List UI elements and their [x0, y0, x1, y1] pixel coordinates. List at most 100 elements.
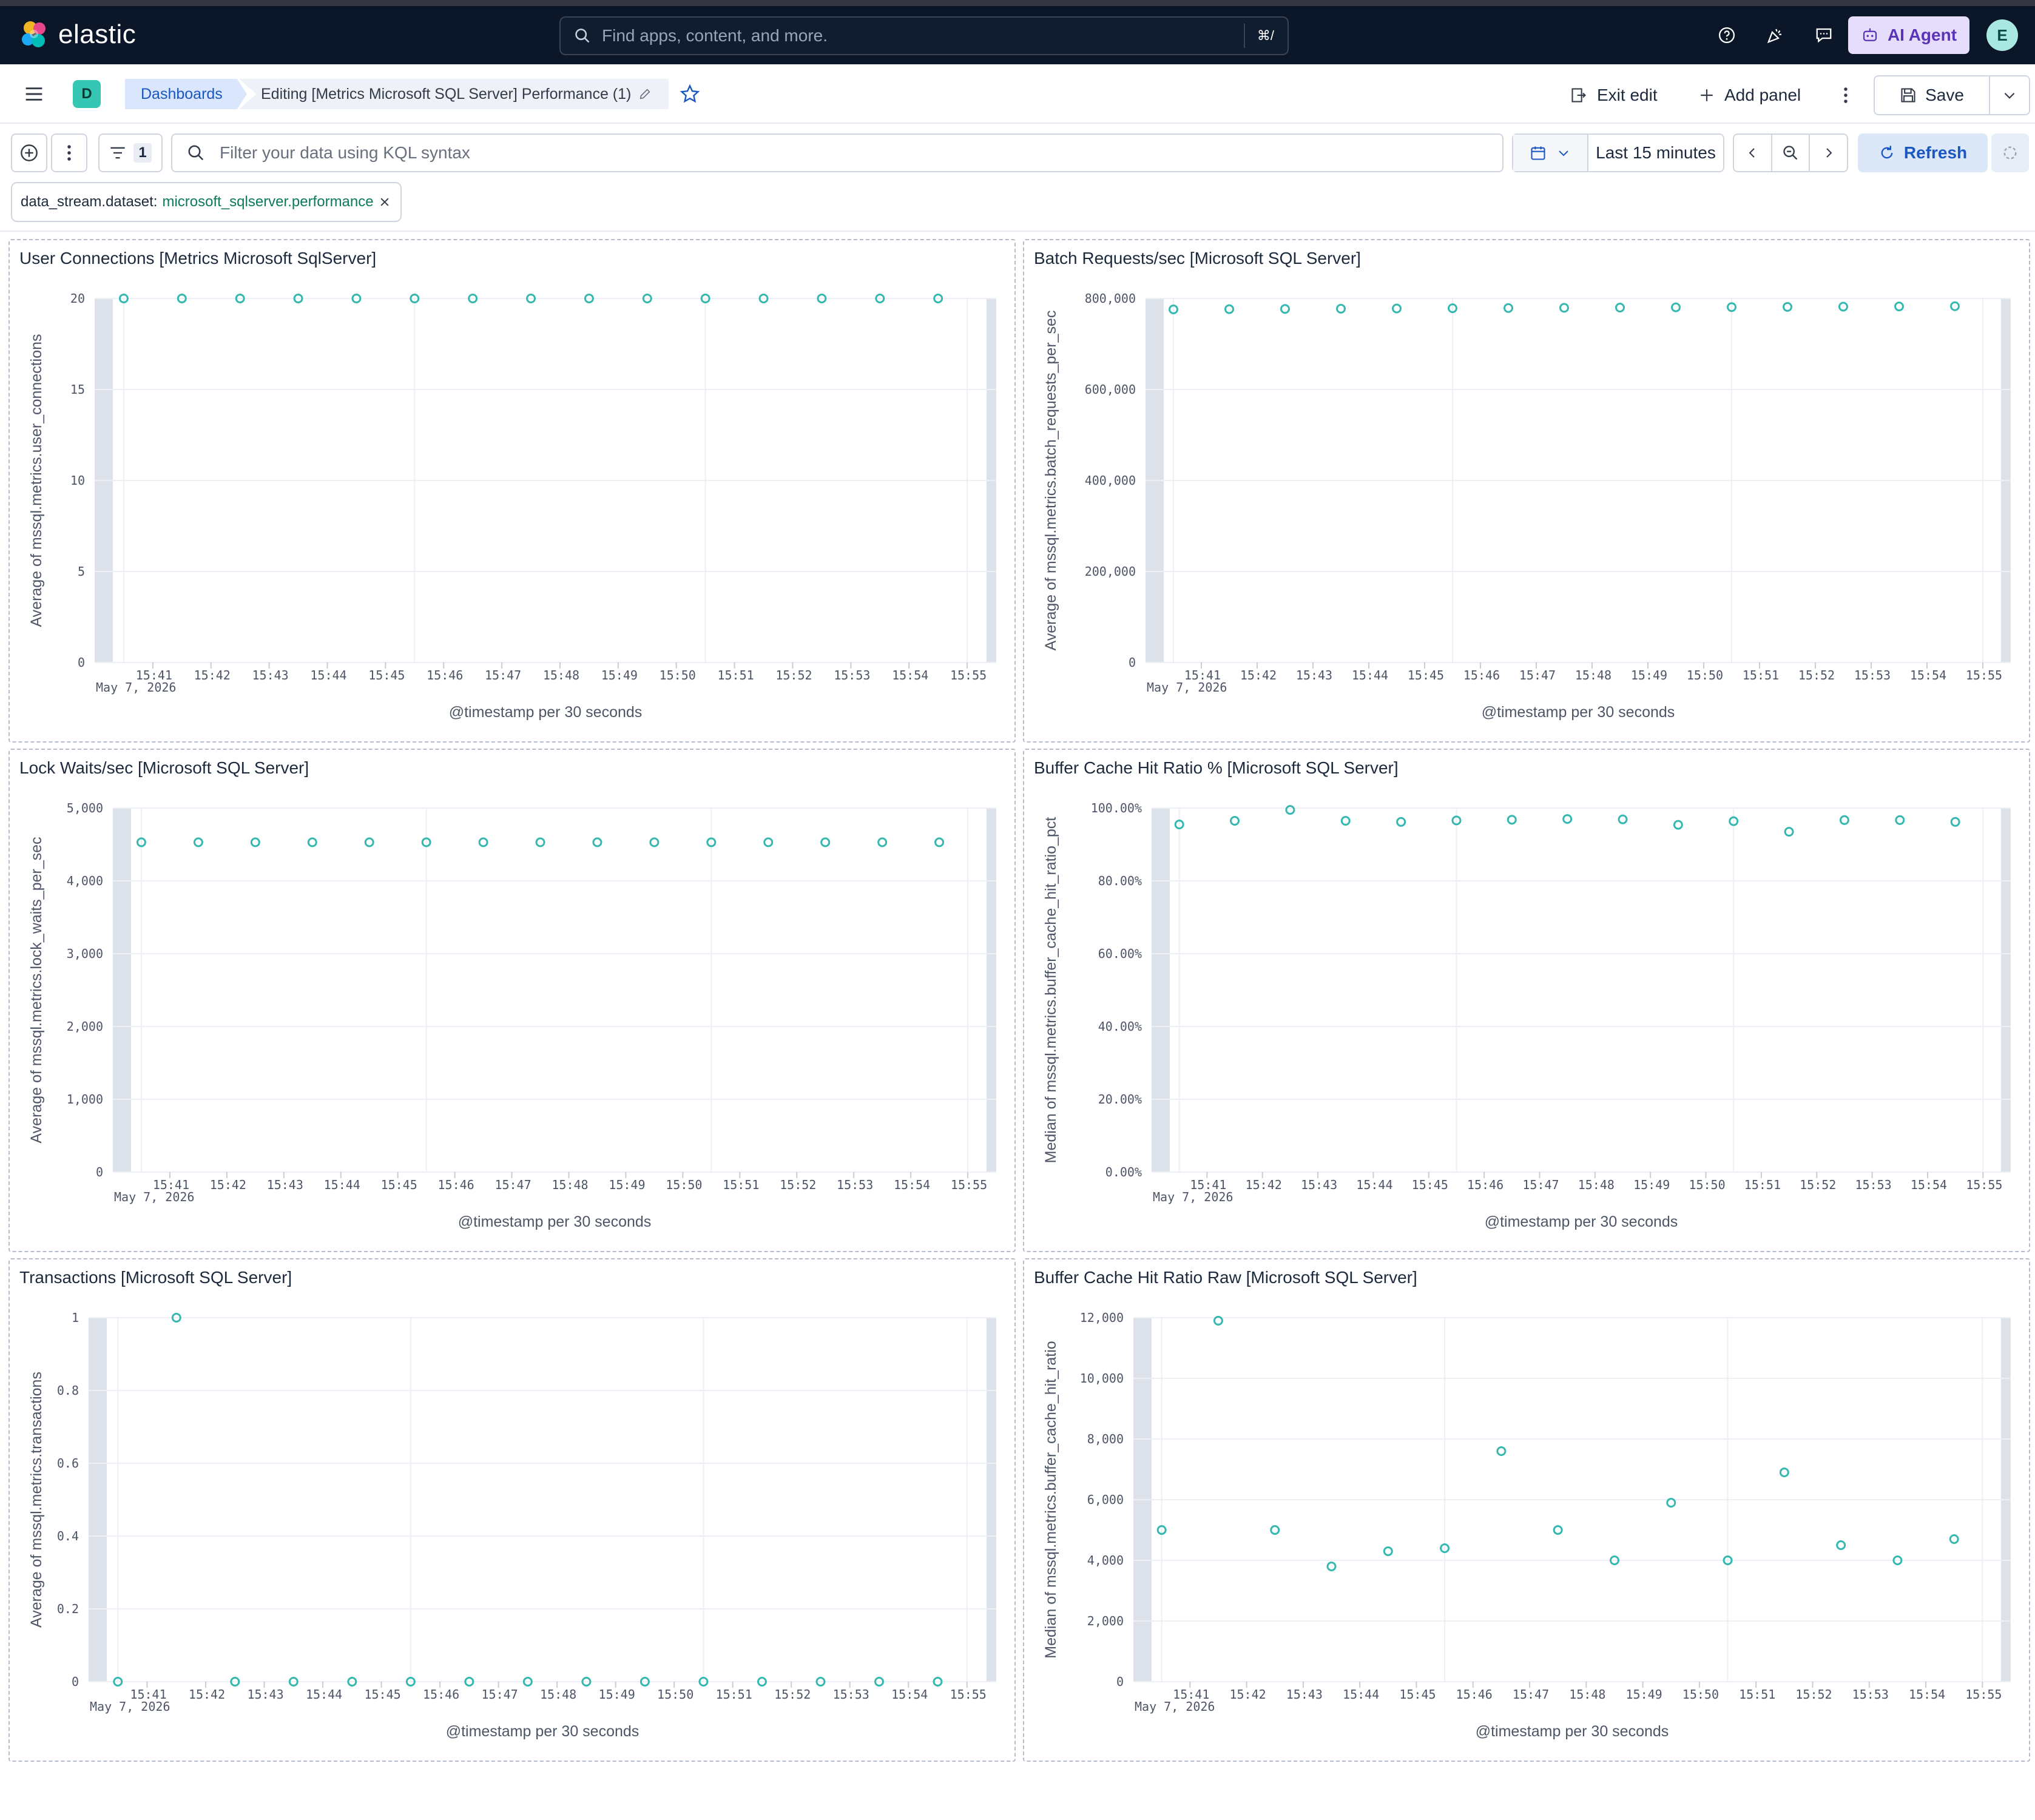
data-point[interactable]	[1336, 303, 1346, 314]
previous-time-chevron-left-icon[interactable]	[1734, 135, 1772, 171]
time-range-label[interactable]: Last 15 minutes	[1588, 143, 1723, 163]
breadcrumb-dashboards[interactable]: Dashboards	[125, 79, 247, 109]
kql-search-input[interactable]: Filter your data using KQL syntax	[171, 133, 1503, 172]
x-tick-label: 15:50	[660, 668, 696, 682]
zoom-out-icon[interactable]	[1772, 135, 1811, 171]
data-point[interactable]	[1326, 1562, 1337, 1571]
data-point[interactable]	[1340, 816, 1351, 826]
data-point[interactable]	[1230, 816, 1240, 826]
global-search[interactable]: Find apps, content, and more. ⌘/	[559, 16, 1289, 55]
data-point[interactable]	[1559, 303, 1569, 313]
menu-icon[interactable]	[24, 85, 44, 106]
pencil-icon[interactable]	[638, 87, 652, 101]
ai-agent-label: AI Agent	[1887, 25, 1957, 44]
x-tick-label: 15:46	[423, 1687, 459, 1702]
x-tick-label: 15:51	[723, 1178, 759, 1192]
data-point[interactable]	[478, 837, 488, 848]
chart-svg: 02,0004,0006,0008,00010,00012,00015:41 15…	[1042, 1310, 2011, 1740]
x-axis-title: @timestamp per 30 seconds	[458, 1213, 652, 1230]
data-point[interactable]	[1671, 302, 1681, 312]
feedback-icon[interactable]	[1807, 18, 1841, 52]
chart-panel-buffer-cache-pct[interactable]: Buffer Cache Hit Ratio % [Microsoft SQL …	[1023, 749, 2030, 1252]
data-point[interactable]	[1779, 1468, 1789, 1477]
data-point[interactable]	[1496, 1446, 1507, 1456]
data-point[interactable]	[1950, 817, 1960, 827]
y-tick-label: 60.00%	[1098, 946, 1142, 961]
data-point[interactable]	[307, 837, 317, 848]
quick-select-button[interactable]	[1513, 135, 1588, 171]
data-point[interactable]	[1392, 303, 1402, 314]
data-point[interactable]	[1562, 814, 1573, 824]
x-tick-label: 15:44	[306, 1687, 342, 1702]
more-actions-icon[interactable]	[1842, 79, 1849, 112]
user-avatar[interactable]: E	[1986, 19, 2018, 51]
data-point[interactable]	[1270, 1525, 1280, 1535]
add-filter-button[interactable]	[11, 133, 47, 172]
refresh-button[interactable]: Refresh	[1858, 133, 1988, 172]
space-avatar[interactable]: D	[73, 80, 101, 108]
elastic-logo[interactable]: elastic	[19, 18, 136, 51]
close-icon[interactable]	[379, 196, 391, 208]
data-point[interactable]	[1784, 827, 1794, 837]
data-point[interactable]	[649, 837, 660, 848]
chart-panel-lock-waits[interactable]: Lock Waits/sec [Microsoft SQL Server] 01…	[8, 749, 1016, 1252]
data-point[interactable]	[364, 837, 374, 848]
save-button[interactable]: Save	[1875, 76, 1990, 114]
data-point[interactable]	[193, 837, 203, 848]
y-tick-label: 0	[96, 1165, 103, 1179]
data-point[interactable]	[877, 837, 888, 848]
save-options-chevron-down-icon[interactable]	[1990, 76, 2029, 114]
y-tick-label: 0.4	[57, 1529, 79, 1543]
data-point[interactable]	[1783, 302, 1792, 312]
filter-count-button[interactable]: 1	[98, 133, 163, 172]
data-point[interactable]	[1285, 805, 1295, 815]
data-point[interactable]	[1839, 815, 1849, 825]
chart-panel-user-connections[interactable]: User Connections [Metrics Microsoft SqlS…	[8, 239, 1016, 743]
data-point[interactable]	[592, 837, 602, 848]
x-tick-label: 15:50	[1682, 1687, 1719, 1702]
chart-panel-batch-requests[interactable]: Batch Requests/sec [Microsoft SQL Server…	[1023, 239, 2030, 743]
next-time-chevron-right-icon[interactable]	[1810, 135, 1847, 171]
x-tick-label: 15:53	[1852, 1687, 1889, 1702]
data-point[interactable]	[1383, 1546, 1393, 1556]
data-point[interactable]	[1673, 820, 1683, 830]
data-point[interactable]	[1224, 304, 1234, 314]
x-tick-label: 15:49	[1631, 668, 1667, 682]
chart-panel-buffer-cache-raw[interactable]: Buffer Cache Hit Ratio Raw [Microsoft SQ…	[1023, 1258, 2030, 1762]
x-tick-label: 15:51	[717, 668, 754, 682]
data-point[interactable]	[1836, 1540, 1846, 1550]
favorite-star-icon[interactable]	[680, 84, 700, 107]
data-point[interactable]	[763, 837, 774, 848]
exit-edit-button[interactable]: Exit edit	[1570, 79, 1658, 112]
data-point[interactable]	[250, 837, 260, 848]
data-point[interactable]	[1838, 302, 1848, 312]
ai-agent-button[interactable]: AI Agent	[1848, 16, 1969, 54]
data-point[interactable]	[1507, 815, 1517, 825]
add-panel-button[interactable]: Add panel	[1699, 79, 1801, 112]
chart-panel-transactions[interactable]: Transactions [Microsoft SQL Server] 0 0.2…	[8, 1258, 1016, 1762]
y-tick-label: 10	[70, 473, 85, 488]
news-feed-icon[interactable]	[1758, 18, 1792, 52]
data-point[interactable]	[1503, 303, 1513, 313]
data-point[interactable]	[1280, 304, 1290, 314]
query-menu-button[interactable]	[51, 133, 87, 172]
x-tick-label: 15:50	[1689, 1178, 1725, 1192]
data-point[interactable]	[1396, 817, 1406, 827]
data-point[interactable]	[1615, 303, 1625, 312]
data-point[interactable]	[1950, 301, 1960, 311]
filter-pill[interactable]: data_stream.dataset: microsoft_sqlserver…	[11, 182, 402, 222]
data-point[interactable]	[1618, 814, 1628, 824]
y-tick-label: 2,000	[1087, 1614, 1124, 1628]
brand-name: elastic	[58, 19, 137, 49]
auto-refresh-icon[interactable]	[1991, 133, 2029, 172]
data-point[interactable]	[1895, 815, 1905, 825]
data-point[interactable]	[934, 837, 945, 848]
data-point[interactable]	[535, 837, 545, 848]
date-picker[interactable]: Last 15 minutes	[1512, 133, 1724, 172]
help-icon[interactable]	[1710, 18, 1744, 52]
y-tick-label: 4,000	[1087, 1553, 1124, 1568]
data-point[interactable]	[1553, 1525, 1563, 1535]
data-point[interactable]	[820, 837, 831, 848]
data-point[interactable]	[1894, 302, 1904, 312]
data-point[interactable]	[1949, 1534, 1959, 1544]
